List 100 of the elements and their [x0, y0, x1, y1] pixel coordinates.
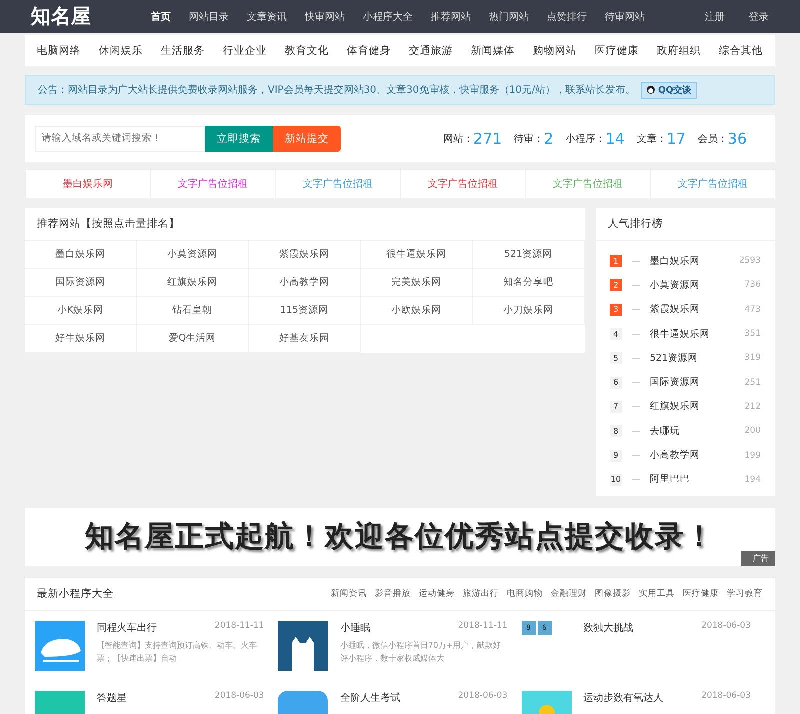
site-link[interactable]: 国际资源网	[25, 269, 137, 297]
site-link[interactable]: 知名分享吧	[473, 269, 585, 297]
site-link[interactable]: 钻石皇朝	[137, 297, 249, 325]
category-tab[interactable]: 电商购物	[507, 588, 543, 600]
site-link[interactable]: 好牛娱乐网	[25, 325, 137, 353]
site-link[interactable]: 完美娱乐网	[361, 269, 473, 297]
ranking-site-link[interactable]: 很牛逼娱乐网	[650, 328, 745, 341]
category-link[interactable]: 综合其他	[719, 44, 763, 58]
click-count: 351	[744, 329, 761, 340]
category-tab[interactable]: 运动健身	[419, 588, 455, 600]
ranking-site-link[interactable]: 阿里巴巴	[650, 473, 745, 486]
site-link[interactable]: 小高教学网	[249, 269, 361, 297]
ranking-site-link[interactable]: 去哪玩	[650, 424, 745, 438]
ranking-site-link[interactable]: 墨白娱乐网	[650, 254, 740, 268]
nav-link[interactable]: 小程序大全	[363, 10, 413, 24]
site-link[interactable]: 小莫资源网	[137, 241, 249, 269]
category-link[interactable]: 休闲娱乐	[99, 44, 143, 58]
category-link[interactable]: 体育健身	[347, 44, 391, 58]
site-logo[interactable]: 知名屋	[31, 3, 151, 30]
ranking-site-link[interactable]: 国际资源网	[650, 376, 745, 390]
category-link[interactable]: 政府组织	[657, 44, 701, 58]
category-tab[interactable]: 实用工具	[639, 588, 675, 600]
panel-title: 最新小程序大全	[37, 586, 114, 601]
nav-link[interactable]: 点赞排行	[547, 10, 587, 24]
site-link[interactable]: 小K娱乐网	[25, 297, 137, 325]
ranking-site-link[interactable]: 小高教学网	[650, 449, 745, 462]
stat-value: 2	[544, 130, 554, 148]
site-link[interactable]: 521资源网	[473, 241, 585, 269]
ranking-site-link[interactable]: 红旗娱乐网	[650, 400, 745, 414]
site-link[interactable]: 墨白娱乐网	[25, 241, 137, 269]
search-field[interactable]: 请输入域名或关键词搜索！	[35, 126, 205, 152]
user-link[interactable]: 登录	[749, 10, 769, 24]
ranking-site-link[interactable]: 521资源网	[650, 352, 745, 365]
category-tab[interactable]: 学习教育	[727, 588, 763, 600]
nav-link[interactable]: 首页	[151, 10, 171, 24]
category-link[interactable]: 行业企业	[223, 44, 267, 58]
category-link[interactable]: 交通旅游	[409, 44, 453, 58]
nav-link[interactable]: 待审网站	[605, 10, 645, 24]
panel-title: 推荐网站【按照点击量排名】	[25, 208, 585, 241]
program-name[interactable]: 答题星	[97, 690, 127, 705]
category-tab[interactable]: 图像摄影	[595, 588, 631, 600]
rank-number: 4	[610, 328, 622, 340]
stat-value: 36	[728, 130, 747, 148]
date-text: 2018-06-03	[214, 690, 264, 703]
stat-label: 待审：	[514, 132, 544, 146]
site-link[interactable]: 很牛逼娱乐网	[361, 241, 473, 269]
category-link[interactable]: 电脑网络	[37, 44, 81, 58]
stat-value: 17	[666, 130, 686, 148]
category-link[interactable]: 购物网站	[533, 44, 577, 58]
site-link[interactable]: 小刀娱乐网	[473, 297, 585, 325]
category-link[interactable]: 新闻媒体	[471, 44, 515, 58]
click-count: 319	[744, 353, 761, 364]
program-name[interactable]: 全阶人生考试	[340, 690, 400, 705]
program-name[interactable]: 同程火车出行	[97, 620, 157, 635]
text-ad-link[interactable]: 文字广告位招租	[400, 170, 525, 198]
category-link[interactable]: 教育文化	[285, 44, 329, 58]
rank-number: 2	[610, 279, 622, 292]
site-link[interactable]: 小欧娱乐网	[361, 297, 473, 325]
program-description: 小睡眠，微信小程序首日70万+用户，献欺好评小程序，数十家权威媒体大	[340, 640, 502, 665]
click-count: 212	[744, 402, 761, 412]
qq-chat-button[interactable]: QQ交谈	[641, 82, 697, 98]
program-name[interactable]: 小睡眠	[340, 620, 370, 635]
site-link[interactable]: 好基友乐园	[249, 325, 361, 353]
category-tab[interactable]: 新闻资讯	[331, 588, 367, 600]
ranking-site-link[interactable]: 小莫资源网	[650, 278, 745, 292]
nav-link[interactable]: 网站目录	[189, 10, 229, 24]
text-ad-link[interactable]: 文字广告位招租	[150, 170, 275, 198]
category-link[interactable]: 医疗健康	[595, 44, 639, 58]
date-text: 2018-11-11	[214, 620, 264, 633]
category-tab[interactable]: 医疗健康	[683, 588, 719, 600]
category-link[interactable]: 生活服务	[161, 44, 205, 58]
banner-text: 知名屋正式起航！欢迎各位优秀站点提交收录！	[85, 518, 715, 555]
category-tab[interactable]: 旅游出行	[463, 588, 499, 600]
cat-icon	[278, 620, 328, 671]
site-link[interactable]: 115资源网	[249, 297, 361, 325]
program-name[interactable]: 运动步数有氧达人	[584, 690, 664, 705]
program-name[interactable]: 数独大挑战	[584, 620, 634, 635]
user-link[interactable]: 注册	[705, 10, 725, 24]
category-tab[interactable]: 影音播放	[375, 588, 411, 600]
nav-link[interactable]: 文章资讯	[247, 10, 287, 24]
ranking-site-link[interactable]: 紫霞娱乐网	[650, 303, 745, 316]
program-description: 【智能查询】支持查询预订高铁、动车、火车票；【快速出票】自动	[97, 640, 258, 665]
category-tab[interactable]: 金融理财	[551, 588, 587, 600]
click-count: 199	[744, 450, 761, 461]
site-link[interactable]: 爱Q生活网	[137, 325, 249, 353]
site-link[interactable]: 红旗娱乐网	[137, 269, 249, 297]
stat-label: 会员：	[698, 132, 728, 146]
site-link[interactable]: 紫霞娱乐网	[249, 241, 361, 269]
rank-number: 6	[610, 376, 622, 389]
rank-number: 8	[610, 425, 622, 438]
search-button[interactable]: 立即搜索	[205, 126, 273, 152]
text-ad-link[interactable]: 墨白娱乐网	[25, 170, 150, 198]
rank-number: 10	[610, 474, 622, 486]
nav-link[interactable]: 热门网站	[489, 10, 529, 24]
nav-link[interactable]: 快审网站	[305, 10, 345, 24]
ad-banner[interactable]: 知名屋正式起航！欢迎各位优秀站点提交收录！ 广告	[25, 508, 775, 566]
date-text: 2018-06-03	[702, 620, 751, 633]
rank-number: 7	[610, 400, 622, 413]
nav-link[interactable]: 推荐网站	[431, 10, 471, 24]
click-count: 736	[744, 280, 761, 290]
